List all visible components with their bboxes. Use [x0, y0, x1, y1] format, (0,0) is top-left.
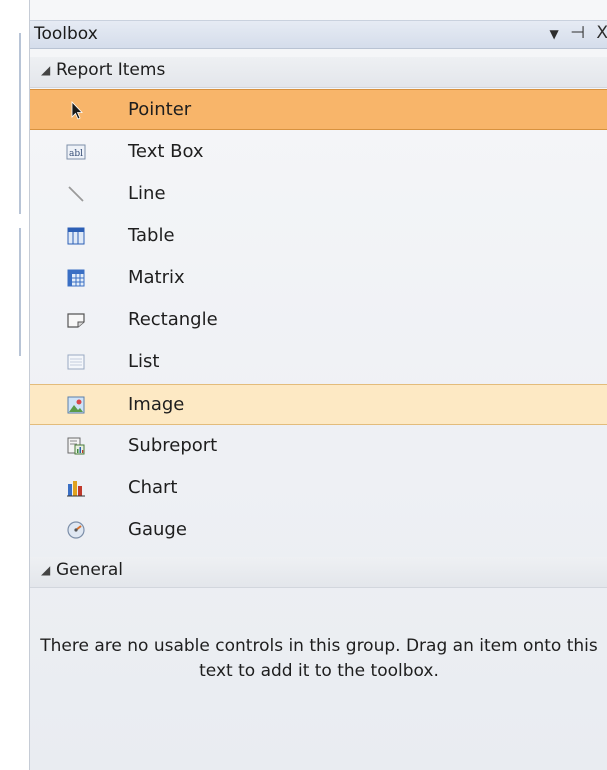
toolbox-panel: Toolbox ▼ ⊣ X ◢ Report Items Pointer abl… — [29, 0, 607, 770]
toolbox-item-gauge[interactable]: Gauge — [30, 510, 607, 551]
list-icon — [67, 354, 85, 370]
group-header-general[interactable]: ◢ General — [30, 557, 607, 588]
gauge-icon — [67, 521, 85, 539]
left-margin-strip — [0, 0, 30, 770]
toolbox-item-list[interactable]: List — [30, 342, 607, 383]
line-icon — [68, 186, 84, 202]
item-label: List — [128, 351, 160, 372]
toolbox-item-subreport[interactable]: Subreport — [30, 426, 607, 467]
group-label: General — [56, 560, 123, 580]
toolbox-item-rectangle[interactable]: Rectangle — [30, 300, 607, 341]
item-label: Chart — [128, 477, 178, 498]
toolbox-item-table[interactable]: Table — [30, 216, 607, 257]
item-label: Text Box — [128, 141, 204, 162]
toolbox-item-image[interactable]: Image — [30, 384, 607, 425]
group-label: Report Items — [56, 60, 166, 80]
item-label: Gauge — [128, 519, 187, 540]
toolbox-item-text-box[interactable]: abl Text Box — [30, 132, 607, 173]
matrix-icon — [67, 269, 85, 287]
pointer-icon — [71, 101, 83, 120]
chart-icon — [67, 481, 85, 497]
svg-text:abl: abl — [69, 149, 83, 159]
dropdown-arrow-icon[interactable]: ▼ — [549, 27, 558, 41]
text-box-icon: abl — [66, 144, 86, 160]
group-header-report-items[interactable]: ◢ Report Items — [30, 57, 607, 88]
toolbox-item-line[interactable]: Line — [30, 174, 607, 215]
left-divider-top — [19, 33, 21, 214]
image-icon — [67, 396, 85, 414]
subreport-icon — [67, 437, 85, 455]
item-label: Image — [128, 394, 185, 415]
item-label: Subreport — [128, 435, 218, 456]
close-icon[interactable]: X — [596, 23, 607, 43]
empty-group-message: There are no usable controls in this gro… — [40, 636, 598, 681]
item-label: Line — [128, 183, 166, 204]
pin-icon[interactable]: ⊣ — [570, 23, 585, 43]
toolbox-item-pointer[interactable]: Pointer — [30, 89, 607, 130]
toolbox-title: Toolbox — [34, 24, 98, 44]
item-label: Matrix — [128, 267, 185, 288]
table-icon — [67, 227, 85, 245]
rectangle-icon — [67, 313, 85, 328]
toolbox-item-matrix[interactable]: Matrix — [30, 258, 607, 299]
item-label: Rectangle — [128, 309, 218, 330]
collapse-triangle-icon[interactable]: ◢ — [41, 563, 50, 577]
collapse-triangle-icon[interactable]: ◢ — [41, 63, 50, 77]
item-label: Table — [128, 225, 175, 246]
item-label: Pointer — [128, 99, 192, 120]
left-divider-bottom — [19, 228, 21, 356]
toolbox-titlebar: Toolbox ▼ ⊣ X — [30, 20, 607, 49]
toolbox-item-chart[interactable]: Chart — [30, 468, 607, 509]
titlebar-controls: ▼ ⊣ X — [543, 23, 607, 43]
